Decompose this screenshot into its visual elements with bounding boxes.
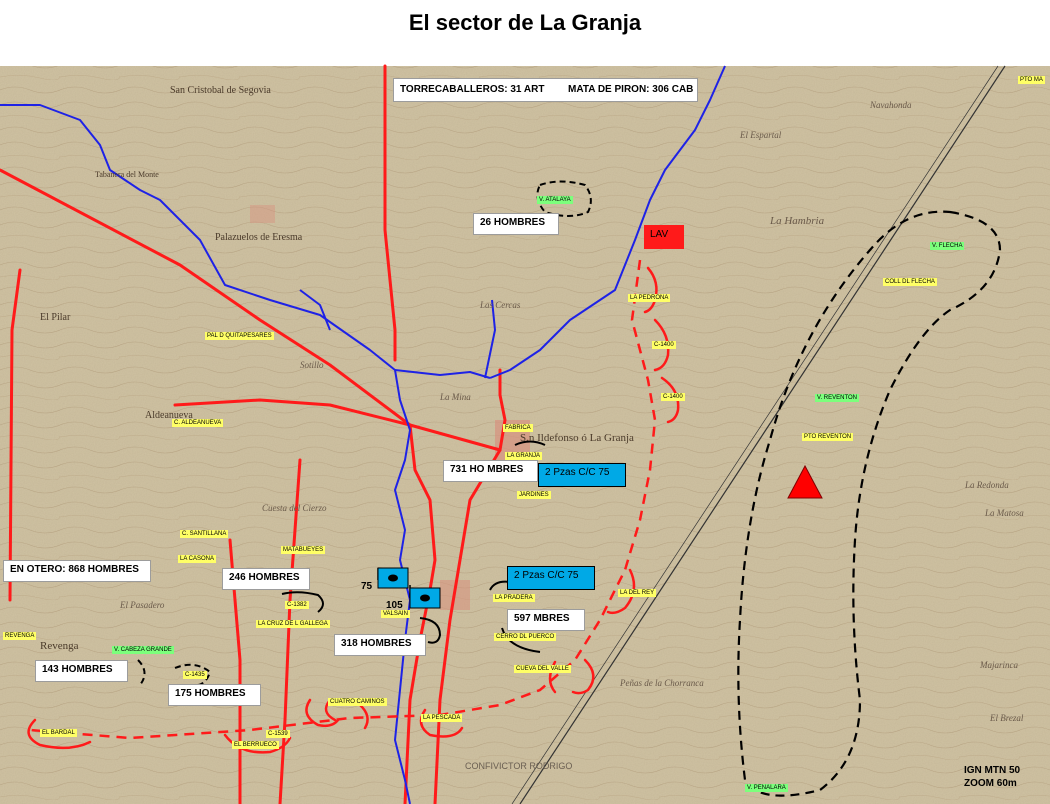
- place-la-granja: LA GRANJA: [505, 452, 543, 460]
- map-text-confivictor: CONFIVICTOR RODRIGO: [465, 761, 573, 771]
- map-text-penas-chorranca: Peñas de la Chorranca: [620, 678, 704, 688]
- place-v-cabeza-grande: V. CABEZA GRANDE: [112, 646, 174, 654]
- map-text-la-matosa: La Matosa: [985, 508, 1024, 518]
- place-el-berrueco: EL BERRUECO: [232, 741, 279, 749]
- topographic-map: [0, 64, 1050, 804]
- place-c1539: C-1539: [266, 730, 290, 738]
- map-text-el-espartal: El Espartal: [740, 130, 782, 140]
- scale-note-line2: ZOOM 60m: [964, 778, 1017, 789]
- unit-symbol-105: [409, 585, 441, 609]
- troop-label-597: 597 MBRES: [507, 609, 585, 631]
- place-v-flecha: V. FLECHA: [930, 242, 965, 250]
- place-pal-quitapesares: PAL D QUITAPESARES: [205, 332, 274, 340]
- place-v-penalara: V. PENALARA: [745, 784, 788, 792]
- place-la-silla-del-rey: LA DEL REY: [618, 589, 657, 597]
- scale-note-line1: IGN MTN 50: [964, 765, 1021, 776]
- unit-symbol-75: [377, 567, 409, 589]
- troop-label-246: 246 HOMBRES: [222, 568, 310, 590]
- scale-note: IGN MTN 50 ZOOM 60m: [964, 764, 1020, 790]
- place-coll-flecha: COLL DL FLECHA: [883, 278, 937, 286]
- map-text-las-cercas: Las Cercas: [480, 300, 521, 310]
- place-cerro-puerco: CERRO DL PUERCO: [494, 633, 557, 641]
- map-text-la-hambria: La Hambria: [770, 215, 825, 227]
- gun-unit-north: 2 Pzas C/C 75: [538, 463, 626, 487]
- map-text-tabanera: Tabanera del Monte: [95, 170, 159, 179]
- troop-label-atalaya: 26 HOMBRES: [473, 213, 559, 235]
- place-fabrica: FABRICA: [503, 424, 533, 432]
- unit-number-75: 75: [361, 581, 373, 592]
- place-pto-mas: PTO MA: [1018, 76, 1045, 84]
- map-text-el-pilar: El Pilar: [40, 312, 71, 323]
- troop-label-143: 143 HOMBRES: [35, 660, 128, 682]
- place-jardines: JARDINES: [517, 491, 551, 499]
- map-text-el-brezal: El Brezal: [990, 713, 1024, 723]
- place-la-pradera: LA PRADERA: [493, 594, 535, 602]
- place-c1435: C-1435: [183, 671, 207, 679]
- lav-marker: LAV: [644, 225, 684, 249]
- place-la-pedrona: LA PEDRONA: [628, 294, 671, 302]
- summary-mata-de-piron: MATA DE PIRON: 306 CAB: [568, 84, 694, 95]
- summary-torrecaballeros: TORRECABALLEROS: 31 ART: [400, 84, 545, 95]
- map-text-san-ildefonso: S.n Ildefonso ó La Granja: [520, 432, 634, 444]
- place-el-bardal: EL BARDAL: [40, 729, 77, 737]
- place-la-pescada: LA PESCADA: [421, 714, 463, 722]
- troop-label-318: 318 HOMBRES: [334, 634, 426, 656]
- place-c-aldeanueva: C. ALDEANUEVA: [172, 419, 224, 427]
- place-v-reventon: V. REVENTON: [815, 394, 860, 402]
- place-la-casona: LA CASONA: [178, 555, 217, 563]
- place-pto-reventon: PTO REVENTON: [802, 433, 854, 441]
- place-c1382: C-1382: [285, 601, 309, 609]
- map-text-el-pasadero: El Pasadero: [120, 600, 165, 610]
- place-v-atalaya: V. ATALAYA: [537, 196, 573, 204]
- map-text-cuesta-cierzo: Cuesta del Cierzo: [262, 503, 327, 513]
- map-text-navahonda: Navahonda: [870, 100, 912, 110]
- map-text-la-mina: La Mina: [440, 392, 471, 402]
- place-c-santillana: C. SANTILLANA: [180, 530, 229, 538]
- place-revenga: REVENGA: [3, 632, 37, 640]
- place-c1400-a: C-1400: [652, 341, 676, 349]
- map-text-sotillo: Sotillo: [300, 360, 324, 370]
- map-text-revenga: Revenga: [40, 640, 79, 652]
- map-text-majarinca: Majarinca: [980, 660, 1018, 670]
- place-cuatro-caminos: CUATRO CAMINOS: [328, 698, 387, 706]
- place-la-cruz-gallega: LA CRUZ DE L GALLEGA: [256, 620, 330, 628]
- map-text-la-redonda: La Redonda: [965, 480, 1009, 490]
- troop-label-175: 175 HOMBRES: [168, 684, 261, 706]
- place-c1400-b: C-1400: [661, 393, 685, 401]
- map-text-palazuelos: Palazuelos de Eresma: [215, 232, 303, 243]
- place-valsain: VALSAIN: [381, 610, 410, 618]
- place-matabueyes: MATABUEYES: [281, 546, 326, 554]
- summary-box: TORRECABALLEROS: 31 ART MATA DE PIRON: 3…: [393, 78, 698, 102]
- troop-label-otero: EN OTERO: 868 HOMBRES: [3, 560, 151, 582]
- troop-label-granja: 731 HO MBRES: [443, 460, 538, 482]
- map-text-san-cristobal: San Cristobal de Segovia: [170, 85, 271, 96]
- place-cueva-del-valle: CUEVA DEL VALLE: [514, 665, 571, 673]
- gun-unit-south: 2 Pzas C/C 75: [507, 566, 595, 590]
